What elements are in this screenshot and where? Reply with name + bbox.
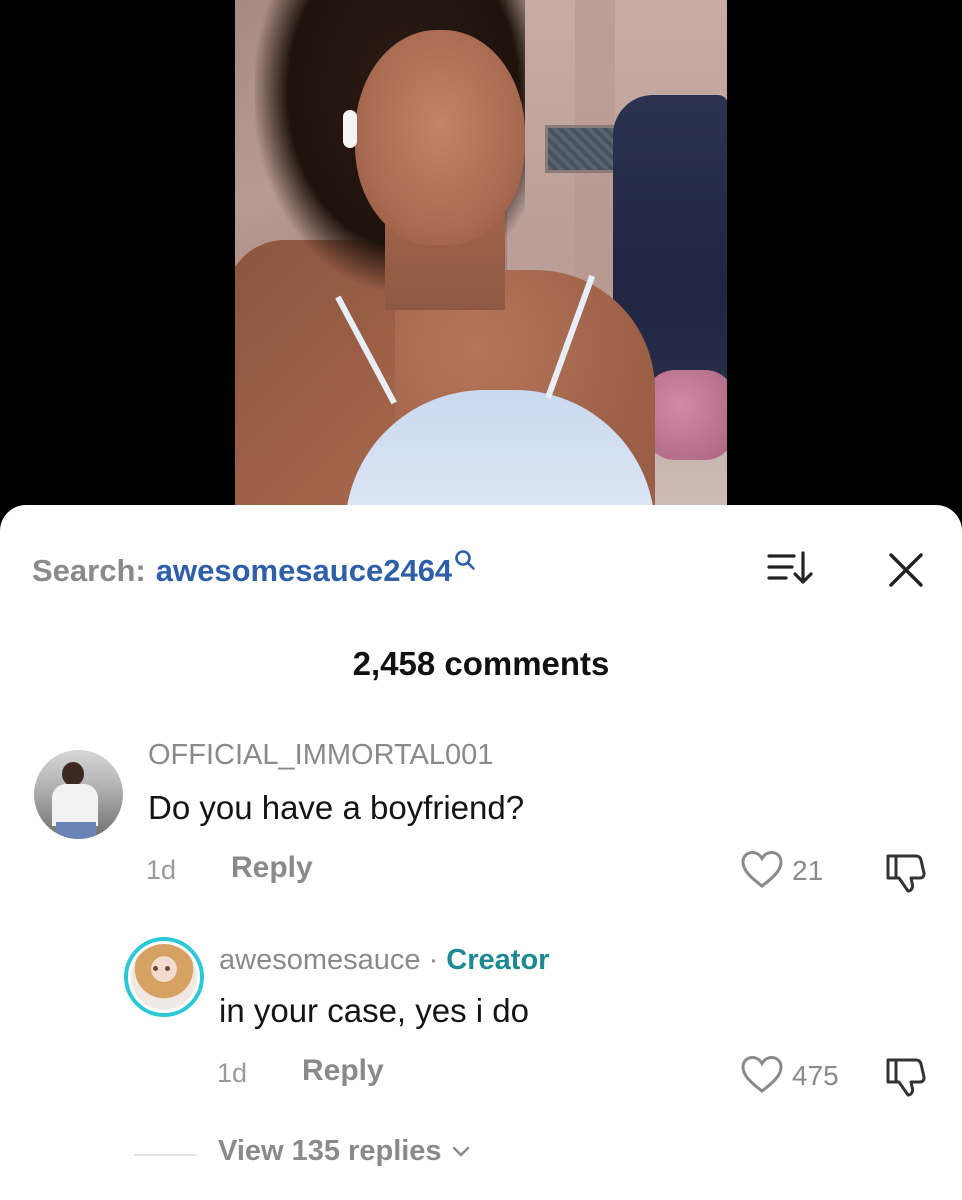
comment-text: Do you have a boyfriend? — [148, 789, 525, 826]
view-replies-button[interactable]: View 135 replies — [218, 1135, 470, 1168]
video-frame — [235, 0, 727, 520]
comments-sheet: Search: awesomesauce2464 2,458 comments — [0, 505, 962, 1200]
chevron-down-icon — [452, 1146, 469, 1156]
sort-button[interactable] — [766, 549, 814, 589]
heart-icon[interactable] — [740, 1055, 784, 1095]
comment-timestamp: 1d — [146, 855, 177, 885]
avatar[interactable] — [34, 750, 123, 839]
creator-badge: Creator — [446, 944, 550, 976]
avatar-figure-legs — [56, 822, 96, 839]
creator-avatar[interactable] — [124, 937, 204, 1017]
thumbs-down-icon[interactable] — [884, 1055, 928, 1099]
heart-icon[interactable] — [740, 850, 784, 890]
earbud — [343, 110, 357, 148]
avatar-eye-left — [153, 966, 158, 971]
avatar-eye-right — [165, 966, 170, 971]
magnifier-icon — [454, 543, 476, 579]
reply-button[interactable]: Reply — [231, 851, 313, 885]
reply-text: in your case, yes i do — [219, 992, 529, 1029]
search-term-link[interactable]: awesomesauce2464 — [156, 553, 452, 589]
avatar-figure-head — [62, 762, 84, 786]
close-button[interactable] — [885, 549, 927, 591]
sort-icon — [767, 551, 813, 584]
avatar-figure-body — [52, 784, 98, 826]
reply-timestamp: 1d — [217, 1058, 248, 1088]
background-cloth — [645, 370, 727, 460]
person-face — [355, 30, 525, 245]
comment-count: 2,458 comments — [352, 645, 610, 682]
thumbs-down-icon[interactable] — [884, 851, 928, 895]
reply-username[interactable]: awesomesauce — [219, 944, 421, 976]
close-icon — [889, 553, 923, 587]
username-separator: · — [428, 944, 439, 976]
reply-button[interactable]: Reply — [302, 1054, 384, 1088]
like-count: 21 — [792, 855, 824, 886]
search-prefix: Search: — [32, 553, 146, 588]
view-replies-label: View 135 replies — [218, 1135, 442, 1167]
search-suggestion[interactable]: Search: awesomesauce2464 — [32, 550, 476, 589]
replies-divider — [134, 1154, 196, 1156]
reply-username-row: awesomesauce · Creator — [219, 944, 549, 977]
comment-username[interactable]: OFFICIAL_IMMORTAL001 — [148, 739, 493, 772]
video-player[interactable] — [0, 0, 962, 540]
avatar-illustration — [131, 944, 197, 1010]
like-count: 475 — [792, 1060, 839, 1091]
